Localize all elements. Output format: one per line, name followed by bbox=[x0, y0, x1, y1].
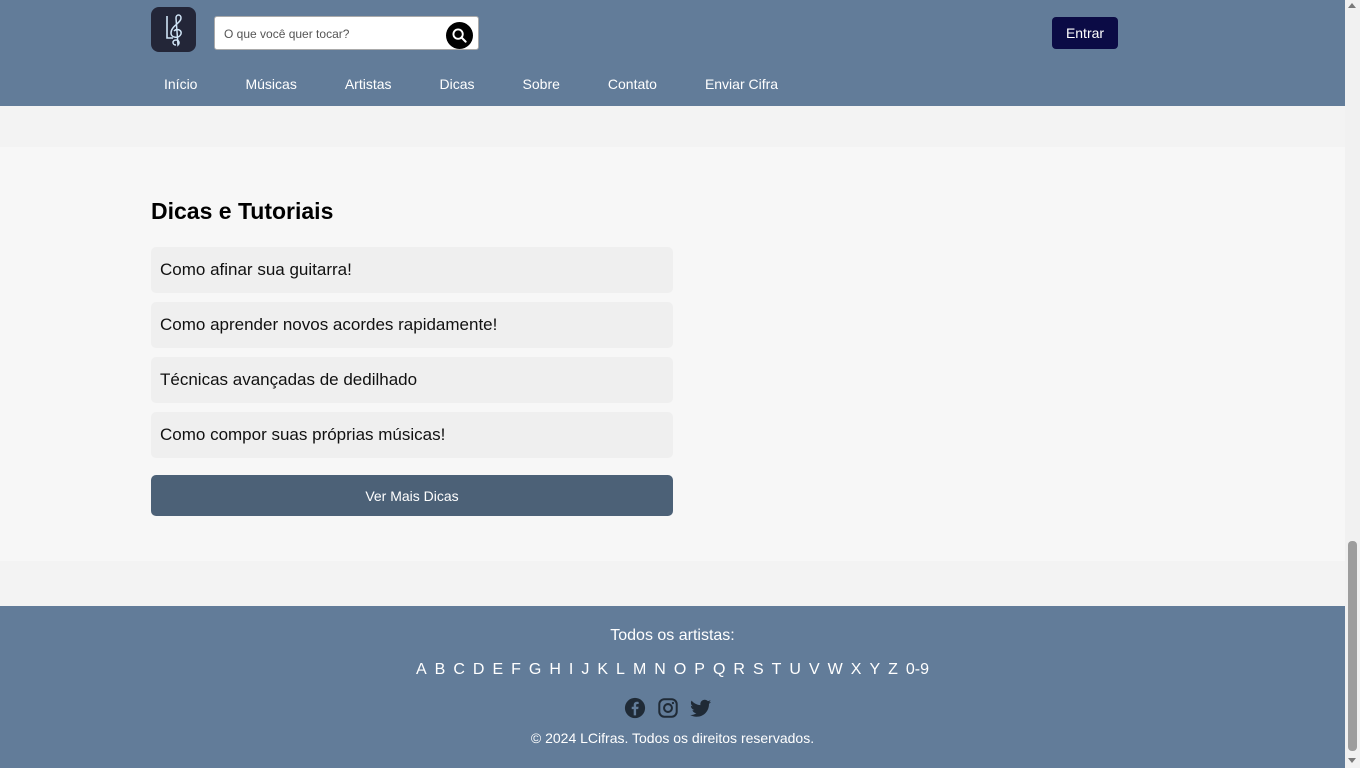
twitter-link[interactable] bbox=[690, 697, 712, 719]
twitter-icon bbox=[690, 699, 712, 717]
page-scrollbar[interactable] bbox=[1345, 0, 1360, 768]
search-icon bbox=[452, 28, 467, 43]
artist-letter-link[interactable]: Q bbox=[713, 661, 725, 679]
tip-item[interactable]: Técnicas avançadas de dedilhado bbox=[151, 357, 673, 403]
nav-item-sobre[interactable]: Sobre bbox=[523, 66, 560, 102]
search-input[interactable] bbox=[224, 24, 444, 44]
login-button[interactable]: Entrar bbox=[1052, 17, 1118, 49]
artist-letter-link[interactable]: M bbox=[633, 661, 646, 679]
artist-letter-link[interactable]: L bbox=[616, 661, 625, 679]
artist-letter-link[interactable]: I bbox=[569, 661, 573, 679]
artist-letter-link[interactable]: P bbox=[694, 661, 705, 679]
tip-item[interactable]: Como afinar sua guitarra! bbox=[151, 247, 673, 293]
tips-section: Dicas e Tutoriais Como afinar sua guitar… bbox=[0, 147, 1345, 561]
footer-title: Todos os artistas: bbox=[610, 627, 735, 644]
scroll-up-arrow-icon[interactable] bbox=[1348, 3, 1356, 8]
artist-letter-link[interactable]: T bbox=[772, 661, 782, 679]
artist-letter-link[interactable]: B bbox=[435, 661, 446, 679]
artist-letter-link[interactable]: V bbox=[809, 661, 820, 679]
artist-letter-link[interactable]: U bbox=[789, 661, 801, 679]
facebook-link[interactable] bbox=[624, 697, 646, 719]
tip-item[interactable]: Como compor suas próprias músicas! bbox=[151, 412, 673, 458]
artist-letter-link[interactable]: N bbox=[654, 661, 666, 679]
artist-letter-link[interactable]: E bbox=[492, 661, 503, 679]
nav-item-enviar-cifra[interactable]: Enviar Cifra bbox=[705, 66, 778, 102]
artist-letter-link[interactable]: 0-9 bbox=[906, 661, 929, 679]
nav-item-inicio[interactable]: Início bbox=[164, 66, 197, 102]
scroll-down-arrow-icon[interactable] bbox=[1348, 758, 1356, 763]
artist-letter-link[interactable]: O bbox=[674, 661, 686, 679]
tips-title: Dicas e Tutoriais bbox=[151, 198, 334, 224]
nav-item-artistas[interactable]: Artistas bbox=[345, 66, 392, 102]
more-tips-button[interactable]: Ver Mais Dicas bbox=[151, 475, 673, 516]
copyright-text: © 2024 LCifras. Todos os direitos reserv… bbox=[530, 730, 815, 746]
artist-letter-link[interactable]: F bbox=[511, 661, 521, 679]
instagram-link[interactable] bbox=[657, 697, 679, 719]
artist-letter-link[interactable]: W bbox=[828, 661, 843, 679]
artist-letter-link[interactable]: R bbox=[733, 661, 745, 679]
facebook-icon bbox=[624, 697, 646, 719]
artist-letter-link[interactable]: S bbox=[753, 661, 764, 679]
artist-letter-link[interactable]: Y bbox=[869, 661, 880, 679]
site-header: Entrar Início Músicas Artistas Dicas Sob… bbox=[0, 0, 1345, 106]
artist-alphabet: A B C D E F G H I J K L M N O P Q R S T U V W X Y Z 0-9 bbox=[0, 661, 1345, 679]
tips-list: Como afinar sua guitarra! Como aprender … bbox=[151, 247, 673, 467]
artist-letter-link[interactable]: D bbox=[473, 661, 485, 679]
search-box bbox=[214, 16, 479, 50]
artist-letter-link[interactable]: G bbox=[529, 661, 541, 679]
social-links bbox=[624, 697, 723, 719]
artist-letter-link[interactable]: Z bbox=[888, 661, 898, 679]
search-button[interactable] bbox=[446, 22, 473, 49]
treble-clef-logo-icon bbox=[165, 13, 182, 47]
artist-letter-link[interactable]: X bbox=[851, 661, 862, 679]
artist-letter-link[interactable]: C bbox=[453, 661, 465, 679]
main-nav: Início Músicas Artistas Dicas Sobre Cont… bbox=[151, 66, 813, 102]
tip-item[interactable]: Como aprender novos acordes rapidamente! bbox=[151, 302, 673, 348]
site-logo[interactable] bbox=[151, 7, 196, 52]
artist-letter-link[interactable]: H bbox=[549, 661, 561, 679]
instagram-icon bbox=[658, 698, 678, 718]
artist-letter-link[interactable]: J bbox=[581, 661, 589, 679]
scrollbar-thumb[interactable] bbox=[1348, 541, 1357, 751]
artist-letter-link[interactable]: K bbox=[597, 661, 608, 679]
site-footer: Todos os artistas: ABCDEFGHIJKLMNOPQRSTU… bbox=[0, 606, 1345, 768]
nav-item-dicas[interactable]: Dicas bbox=[440, 66, 475, 102]
nav-item-contato[interactable]: Contato bbox=[608, 66, 657, 102]
artist-letter-link[interactable]: A bbox=[416, 661, 427, 679]
nav-item-musicas[interactable]: Músicas bbox=[245, 66, 296, 102]
